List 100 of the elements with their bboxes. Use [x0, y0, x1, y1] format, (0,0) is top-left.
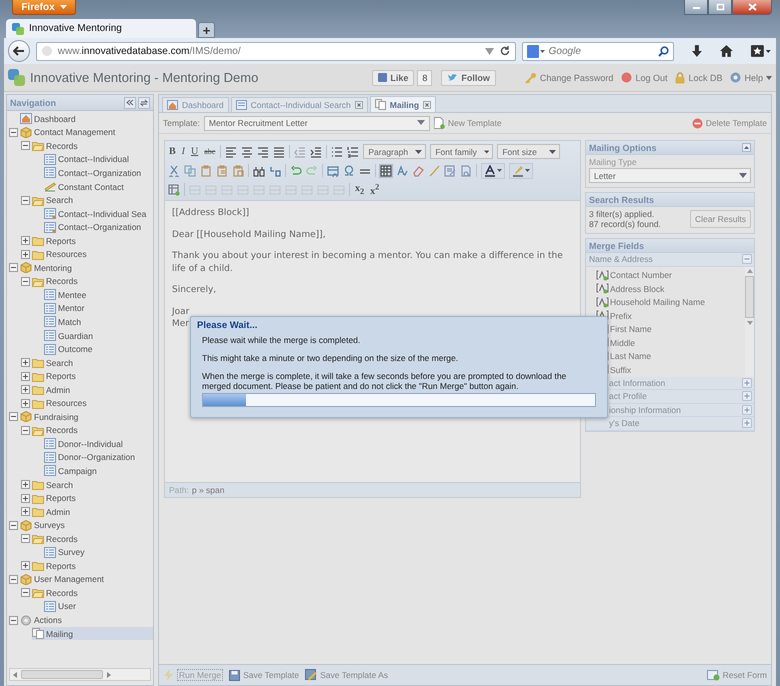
expander-icon[interactable]	[21, 480, 30, 490]
tree-item[interactable]: Records	[32, 424, 153, 437]
expander-icon[interactable]	[21, 561, 30, 570]
scissors-icon[interactable]	[168, 164, 180, 176]
font-size-select[interactable]: Font size	[497, 144, 560, 159]
mailing-type-select[interactable]: Letter	[589, 168, 751, 183]
tree-item[interactable]: Mailing	[32, 627, 153, 640]
expander-icon[interactable]	[21, 372, 30, 381]
header-link[interactable]: Change Password	[524, 72, 614, 84]
tree-item[interactable]: Reports	[32, 370, 153, 383]
back-button[interactable]	[8, 40, 30, 62]
maximize-button[interactable]	[708, 0, 732, 15]
expander-icon[interactable]	[21, 426, 30, 435]
replace-icon[interactable]	[269, 164, 281, 176]
tree-item[interactable]: Resources	[32, 396, 153, 410]
dropdown-icon[interactable]	[484, 48, 494, 54]
split-cells-icon[interactable]	[285, 184, 297, 196]
merge-cells-icon[interactable]	[301, 184, 313, 196]
tree-item[interactable]: Reports	[32, 492, 153, 505]
justify-icon[interactable]	[273, 146, 286, 158]
search-icon[interactable]	[658, 46, 669, 56]
bookmarks-icon[interactable]	[750, 44, 772, 58]
expander-icon[interactable]	[21, 250, 30, 259]
tree-item[interactable]: Admin	[32, 505, 153, 518]
expander-icon[interactable]	[9, 520, 18, 530]
tree-item[interactable]: Contact--Organization	[44, 166, 153, 180]
tree-item[interactable]: Records	[32, 139, 153, 152]
expander-icon[interactable]	[21, 588, 30, 598]
tree-item[interactable]: Guardian	[44, 329, 153, 342]
format-button[interactable]: U	[190, 146, 200, 157]
tree-item[interactable]: Constant Contact	[44, 180, 153, 193]
tree-item[interactable]: Admin	[32, 383, 153, 396]
script-button[interactable]: x$_{2}$	[354, 183, 366, 196]
tree-item[interactable]: Outcome	[44, 342, 153, 356]
align-left-icon[interactable]	[225, 146, 238, 158]
home-icon[interactable]	[719, 44, 734, 58]
tree-item[interactable]: Match	[44, 315, 153, 328]
minimize-button[interactable]	[684, 0, 708, 15]
binoculars-icon[interactable]	[253, 164, 265, 176]
format-button[interactable]: abc	[203, 147, 216, 156]
template-select[interactable]: Mentor Recruitment Letter	[204, 116, 430, 130]
tree-item[interactable]: Surveys	[20, 518, 153, 532]
align-center-icon[interactable]	[241, 146, 254, 158]
tree-item[interactable]: Contact--Individual Sea	[44, 207, 153, 220]
panel-tab[interactable]: Mailing	[370, 96, 436, 112]
spellcheck-icon[interactable]	[396, 164, 408, 176]
close-button[interactable]	[732, 0, 772, 15]
expander-icon[interactable]	[9, 263, 18, 272]
tree-item[interactable]: Campaign	[44, 464, 153, 478]
tree-item[interactable]: Contact--Individual	[44, 152, 153, 166]
insert-table-icon[interactable]	[168, 184, 180, 196]
refresh-button[interactable]	[138, 96, 150, 108]
tree-item[interactable]: Mentee	[44, 288, 153, 302]
tree-item[interactable]: Survey	[44, 546, 153, 559]
reload-icon[interactable]	[500, 46, 510, 56]
header-link[interactable]: Lock DB	[675, 72, 722, 84]
expander-icon[interactable]	[9, 574, 18, 584]
numbered-list-icon[interactable]	[347, 146, 360, 158]
tree-item[interactable]: Contact Management	[20, 126, 153, 139]
tree-item[interactable]: Mentor	[44, 302, 153, 315]
tree-item[interactable]: User Management	[20, 572, 153, 586]
tree-item[interactable]: Reports	[32, 234, 153, 248]
collapse-button[interactable]	[124, 96, 136, 108]
tree-item[interactable]: Records	[32, 274, 153, 288]
horizontal-scrollbar[interactable]	[9, 668, 151, 681]
tree-item[interactable]: Search	[32, 356, 153, 370]
vertical-scrollbar[interactable]	[745, 266, 754, 376]
merge-field-item[interactable]: Address Block	[596, 282, 745, 296]
tree-item[interactable]: Search	[32, 478, 153, 492]
expander-icon[interactable]	[21, 494, 30, 503]
tree-item[interactable]: Resources	[32, 248, 153, 261]
collapse-icon[interactable]	[742, 143, 751, 152]
indent-icon[interactable]	[310, 146, 322, 158]
tree-item[interactable]: Mentoring	[20, 261, 153, 274]
expander-icon[interactable]	[9, 128, 18, 137]
merge-field-item[interactable]: Household Mailing Name	[596, 296, 745, 309]
like-button[interactable]: Like	[372, 70, 414, 86]
browser-tab[interactable]: Innovative Mentoring	[6, 19, 196, 38]
expander-icon[interactable]	[21, 276, 30, 286]
font-family-select[interactable]: Font family	[430, 144, 494, 159]
text-color-button[interactable]	[481, 162, 505, 178]
omega-icon[interactable]	[343, 164, 355, 176]
tree-item[interactable]: Search	[32, 194, 153, 207]
expander-icon[interactable]	[21, 534, 30, 544]
tree-item[interactable]: Donor--Individual	[44, 437, 153, 450]
tree-item[interactable]: Records	[32, 532, 153, 546]
script-button[interactable]: x$^{2}$	[369, 182, 380, 197]
header-link[interactable]: Log Out	[621, 72, 668, 83]
search-input[interactable]: Google	[548, 46, 654, 56]
merge-field-item[interactable]: Contact Number	[596, 268, 745, 282]
tree-item[interactable]: User	[44, 600, 153, 613]
close-icon[interactable]	[423, 100, 432, 108]
new-tab-button[interactable]: +	[198, 22, 215, 38]
close-icon[interactable]	[354, 101, 363, 109]
expander-icon[interactable]	[21, 141, 30, 150]
expander-icon[interactable]	[21, 507, 30, 516]
block-format-select[interactable]: Paragraph	[363, 144, 426, 159]
expander-icon[interactable]	[21, 236, 30, 246]
search-engine-icon[interactable]	[526, 44, 545, 58]
align-right-icon[interactable]	[257, 146, 270, 158]
